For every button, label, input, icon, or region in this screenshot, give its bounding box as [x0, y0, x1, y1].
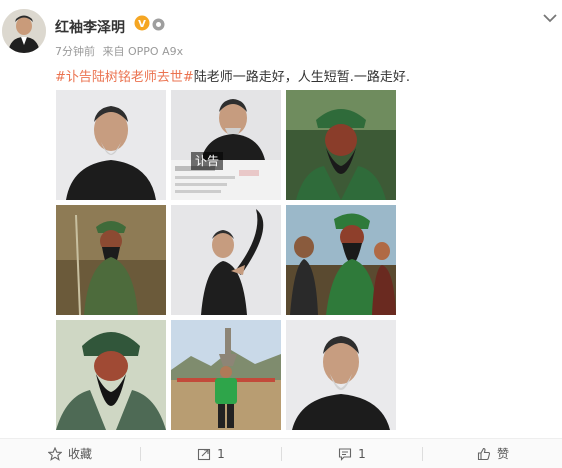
action-bar: 收藏 1 1 赞 [0, 438, 562, 468]
obituary-stamp: 讣告 [191, 152, 224, 170]
repost-icon [198, 448, 211, 460]
image-thumb-4[interactable] [56, 205, 166, 315]
comment-count: 1 [358, 446, 366, 461]
image-thumb-7[interactable] [56, 320, 166, 430]
like-icon [477, 447, 491, 460]
comment-icon [339, 447, 352, 461]
image-thumb-3[interactable] [286, 90, 396, 200]
image-thumb-2[interactable]: 讣告 [171, 90, 281, 200]
image-thumb-6[interactable] [286, 205, 396, 315]
username[interactable]: 红袖李泽明 [55, 17, 125, 37]
comment-button[interactable]: 1 [282, 439, 422, 468]
like-label: 赞 [496, 447, 509, 461]
hashtag-link[interactable]: #讣告陆树铭老师去世# [55, 70, 194, 85]
avatar[interactable] [2, 9, 46, 53]
image-thumb-1[interactable] [56, 90, 166, 200]
image-thumb-9[interactable] [286, 320, 396, 430]
post-source: 来自 OPPO A9x [102, 45, 184, 58]
post-text: #讣告陆树铭老师去世#陆老师一路走好，人生短暂.一路走好. [55, 66, 410, 85]
image-thumb-8[interactable] [171, 320, 281, 430]
like-button[interactable]: 赞 [423, 439, 562, 468]
favorite-button[interactable]: 收藏 [0, 439, 140, 468]
repost-button[interactable]: 1 [141, 439, 281, 468]
chevron-down-icon[interactable] [542, 12, 558, 24]
repost-count: 1 [217, 446, 225, 461]
post-body: 陆老师一路走好，人生短暂.一路走好. [193, 70, 411, 85]
post-time[interactable]: 7分钟前 [55, 45, 95, 58]
star-icon [47, 446, 62, 461]
image-thumb-5[interactable] [171, 205, 281, 315]
svg-text:V: V [138, 19, 146, 30]
post-meta: 7分钟前 来自 OPPO A9x [55, 43, 187, 59]
favorite-label: 收藏 [67, 447, 92, 461]
level-badge-icon [152, 18, 165, 31]
vip-badge-icon: V [134, 15, 150, 31]
